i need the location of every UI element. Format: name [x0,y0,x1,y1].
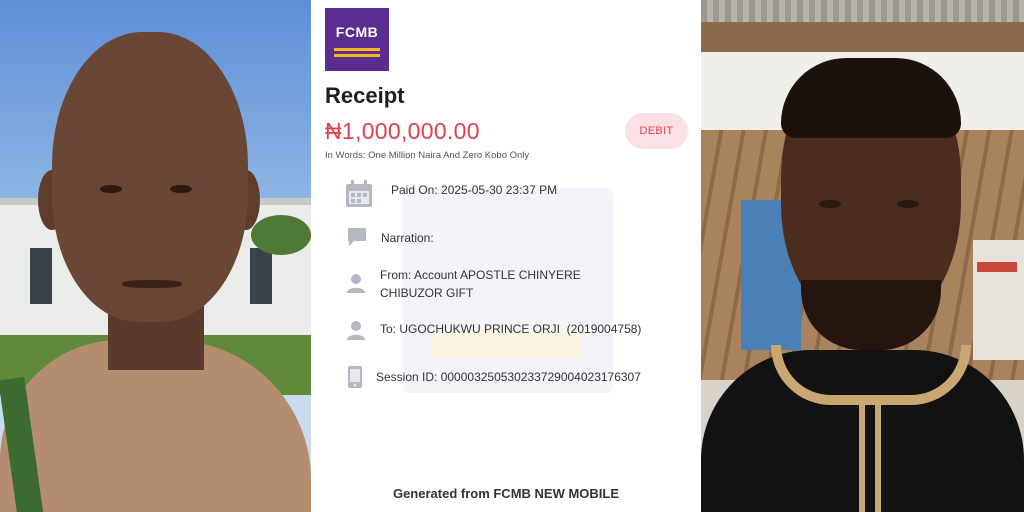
narration-text: Narration: [381,231,434,245]
person-icon [347,321,365,340]
left-portrait-photo [0,0,311,512]
tree [251,215,311,255]
poster [973,240,1024,360]
from-text-line1: From: Account APOSTLE CHINYERE [380,268,581,282]
debit-badge: DEBIT [625,113,688,149]
person-icon [347,274,365,293]
paid-on-text: Paid On: 2025-05-30 23:37 PM [391,183,558,197]
phone-icon [348,366,362,388]
chat-bubble-icon [348,228,366,246]
building-window [250,248,272,304]
receipt-title: Receipt [325,83,405,108]
amount-in-words: In Words: One Million Naira And Zero Kob… [325,150,530,161]
receipt-footer: Generated from FCMB NEW MOBILE [392,486,620,501]
from-text-line2: CHIBUZOR GIFT [380,286,474,300]
hair [781,58,961,138]
eye [819,200,841,208]
eye [100,185,122,193]
logo-stripe [334,48,380,51]
roof-beam [701,22,1024,52]
transaction-receipt: FCMB Receipt ₦1,000,000.00 DEBIT In Word… [311,0,701,512]
poster-stripe [977,262,1017,272]
fcmb-logo: FCMB [325,8,389,71]
shirt-placket-embroidery [859,400,881,512]
eye [897,200,919,208]
session-id-text: Session ID: 0000032505302337290040231763… [376,370,641,384]
head [52,32,248,322]
to-text: To: UGOCHUKWU PRINCE ORJI (2019004758) [380,322,642,336]
shirt-collar-embroidery [771,345,971,405]
logo-text: FCMB [335,24,379,40]
mouth [122,280,182,288]
right-portrait-photo [701,0,1024,512]
eye [170,185,192,193]
amount: ₦1,000,000.00 [325,118,480,144]
building-window [30,248,52,304]
logo-stripe [334,54,380,57]
calendar-icon [346,180,372,207]
